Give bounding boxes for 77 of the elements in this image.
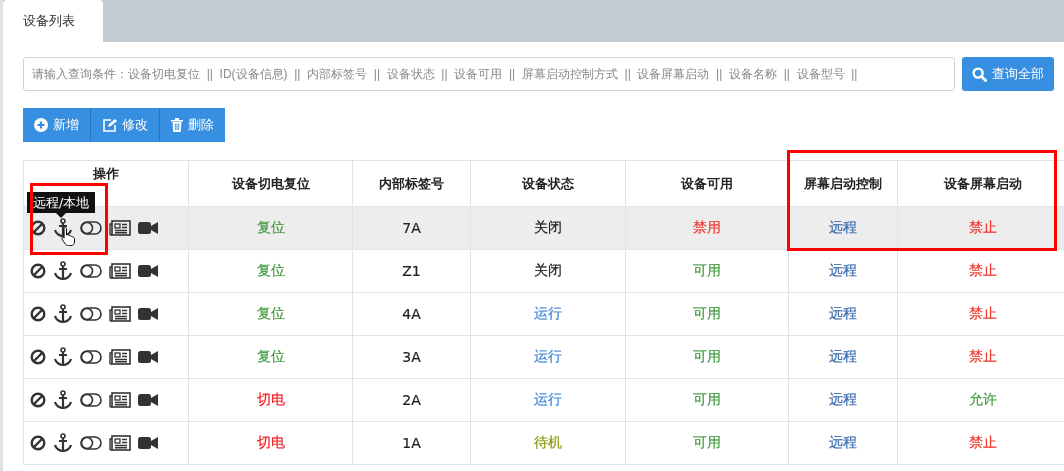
search-field[interactable]: 请输入查询条件：设备切电复位 || ID(设备信息) || 内部标签号 || 设备状态 || 设备可用 || 屏幕启动控制方式 || 设备屏幕启动 || 设备名称 || 设备型号 || <box>23 57 955 91</box>
ban-icon[interactable] <box>30 306 46 322</box>
ban-icon[interactable] <box>30 349 46 365</box>
table-cell: 可用 <box>625 249 789 293</box>
pointer-cursor-icon <box>61 226 77 246</box>
toggle-icon[interactable] <box>80 436 102 450</box>
column-header: 屏幕启动控制 <box>788 160 898 207</box>
table-cell: 复位 <box>188 249 353 293</box>
table-cell: 3A <box>352 335 471 379</box>
table-row[interactable]: 复位 3A 运行 可用 远程 禁止 <box>23 335 1064 379</box>
table-cell: 可用 <box>625 292 789 336</box>
table-cell: 复位 <box>188 292 353 336</box>
toggle-icon[interactable] <box>80 221 102 235</box>
search-icon <box>972 66 987 82</box>
plus-circle-icon <box>34 118 48 132</box>
ban-icon[interactable] <box>30 435 46 451</box>
column-header: 设备切电复位 <box>188 160 353 207</box>
ban-icon[interactable] <box>30 263 46 279</box>
table-row[interactable]: 切电 1A 待机 可用 远程 禁止 <box>23 421 1064 465</box>
newspaper-icon[interactable] <box>109 392 131 408</box>
video-camera-icon[interactable] <box>138 264 158 278</box>
column-header: 内部标签号 <box>352 160 471 207</box>
newspaper-icon[interactable] <box>109 263 131 279</box>
toggle-icon[interactable] <box>80 264 102 278</box>
ban-icon[interactable] <box>30 220 46 236</box>
table-cell: 1A <box>352 421 471 465</box>
table-cell: 运行 <box>470 378 626 422</box>
table-cell: 运行 <box>470 292 626 336</box>
anchor-icon[interactable] <box>53 261 73 281</box>
tab[interactable]: 设备列表 <box>3 0 103 42</box>
anchor-icon[interactable] <box>53 218 73 238</box>
table-cell: 切电 <box>188 378 353 422</box>
video-camera-icon[interactable] <box>138 393 158 407</box>
table-cell: 切电 <box>188 421 353 465</box>
anchor-icon[interactable] <box>53 304 73 324</box>
anchor-icon[interactable] <box>53 433 73 453</box>
column-header: 设备屏幕启动 <box>897 160 1064 207</box>
newspaper-icon[interactable] <box>109 220 131 236</box>
table-cell: 待机 <box>470 421 626 465</box>
table-cell: Z1 <box>352 249 471 293</box>
table-row[interactable]: 复位 4A 运行 可用 远程 禁止 <box>23 292 1064 336</box>
table-cell: 远程 <box>788 249 898 293</box>
table-cell: 可用 <box>625 421 789 465</box>
table-cell: 远程 <box>788 421 898 465</box>
table-row[interactable]: 复位 Z1 关闭 可用 远程 禁止 <box>23 249 1064 293</box>
table-cell: 复位 <box>188 206 353 250</box>
anchor-icon[interactable] <box>53 390 73 410</box>
table-cell: 复位 <box>188 335 353 379</box>
video-camera-icon[interactable] <box>138 221 158 235</box>
video-camera-icon[interactable] <box>138 350 158 364</box>
table-cell: 7A <box>352 206 471 250</box>
newspaper-icon[interactable] <box>109 435 131 451</box>
table-cell: 关闭 <box>470 249 626 293</box>
toggle-icon[interactable] <box>80 307 102 321</box>
table-cell: 远程 <box>788 292 898 336</box>
table-cell: 4A <box>352 292 471 336</box>
table-cell: 可用 <box>625 378 789 422</box>
table-cell: 关闭 <box>470 206 626 250</box>
newspaper-icon[interactable] <box>109 306 131 322</box>
edit-icon <box>102 118 117 132</box>
table-cell: 可用 <box>625 335 789 379</box>
video-camera-icon[interactable] <box>138 436 158 450</box>
tooltip: 远程/本地 <box>27 192 96 218</box>
anchor-icon[interactable] <box>53 347 73 367</box>
table-cell: 远程 <box>788 335 898 379</box>
table-row[interactable]: 切电 2A 运行 可用 远程 允许 <box>23 378 1064 422</box>
column-header: 设备可用 <box>625 160 789 207</box>
table-cell: 运行 <box>470 335 626 379</box>
table-cell: 2A <box>352 378 471 422</box>
toggle-icon[interactable] <box>80 350 102 364</box>
table-cell: 远程 <box>788 378 898 422</box>
ban-icon[interactable] <box>30 392 46 408</box>
newspaper-icon[interactable] <box>109 349 131 365</box>
column-header: 设备状态 <box>470 160 626 207</box>
trash-icon <box>171 118 183 132</box>
video-camera-icon[interactable] <box>138 307 158 321</box>
toggle-icon[interactable] <box>80 393 102 407</box>
